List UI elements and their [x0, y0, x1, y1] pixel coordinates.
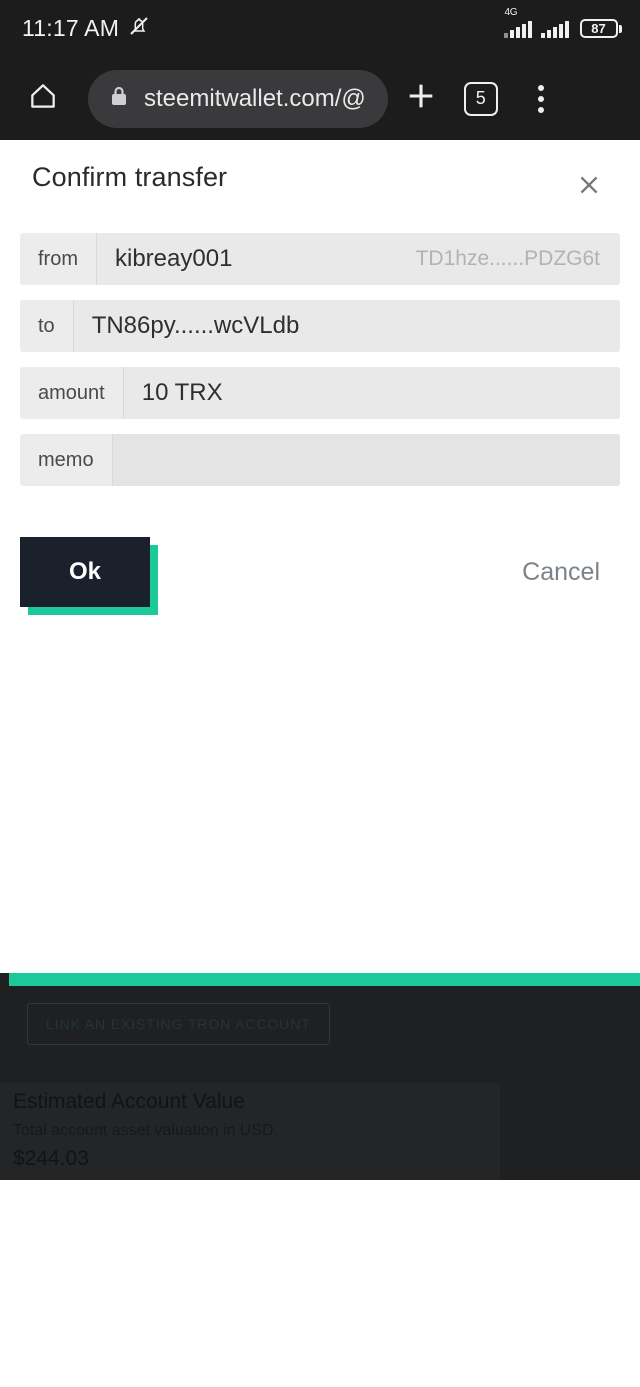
close-icon [576, 172, 602, 203]
field-label-memo: memo [20, 434, 113, 486]
field-value-amount[interactable]: 10 TRX [123, 367, 620, 419]
dialog-header: Confirm transfer [0, 140, 640, 208]
estimated-account-value-amount: $244.03 [13, 1147, 89, 1170]
plus-icon [404, 79, 438, 118]
to-address: TN86py......wcVLdb [91, 312, 300, 339]
url-text: steemitwallet.com/@ [144, 84, 366, 112]
battery-icon: 87 [579, 19, 622, 38]
amount-value: 10 TRX [141, 379, 223, 406]
android-status-bar: 11:17 AM 4G 87 [0, 0, 640, 57]
dialog-actions: Ok Cancel [0, 501, 640, 615]
field-label-from: from [20, 233, 97, 285]
signal-bars-icon-2 [540, 19, 569, 38]
field-label-to: to [20, 300, 74, 352]
home-button[interactable] [16, 72, 70, 126]
estimated-account-value-subtitle: Total account asset valuation in USD. [13, 1122, 279, 1139]
page-title: Confirm transfer [32, 162, 228, 192]
form-row-to: to TN86py......wcVLdb [20, 300, 620, 352]
link-existing-tron-account-button[interactable]: LINK AN EXISTING TRON ACCOUNT [27, 1003, 330, 1045]
status-clock: 11:17 AM [22, 15, 120, 41]
ok-button-wrapper: Ok [20, 537, 158, 615]
field-value-from[interactable]: kibreay001 TD1hze......PDZG6t [97, 233, 620, 285]
accent-divider [9, 973, 640, 986]
lock-icon [108, 84, 130, 113]
browser-menu-button[interactable] [514, 72, 568, 126]
page-content: Confirm transfer from kibreay001 TD1hze.… [0, 140, 640, 1180]
form-row-amount: amount 10 TRX [20, 367, 620, 419]
browser-toolbar: steemitwallet.com/@ 5 [0, 57, 640, 140]
home-icon [27, 80, 59, 117]
from-account-name: kibreay001 [115, 245, 233, 272]
background-app-region: LINK AN EXISTING TRON ACCOUNT Estimated … [0, 973, 640, 1180]
estimated-account-value-title: Estimated Account Value [13, 1090, 245, 1113]
status-bar-left: 11:17 AM [22, 14, 151, 43]
form-row-from: from kibreay001 TD1hze......PDZG6t [20, 233, 620, 285]
ok-button[interactable]: Ok [20, 537, 150, 607]
signal-bars-icon: 4G [503, 7, 532, 38]
battery-level: 87 [591, 21, 606, 36]
form-row-memo: memo [20, 434, 620, 486]
field-value-to[interactable]: TN86py......wcVLdb [73, 300, 620, 352]
tab-count-badge: 5 [463, 81, 498, 116]
url-bar[interactable]: steemitwallet.com/@ [88, 69, 388, 128]
from-address-hint: TD1hze......PDZG6t [415, 247, 600, 270]
cancel-button[interactable]: Cancel [518, 552, 604, 593]
close-button[interactable] [568, 166, 610, 208]
field-label-amount: amount [20, 367, 124, 419]
status-bar-right: 4G 87 [503, 7, 622, 38]
bell-muted-icon [127, 14, 151, 43]
tab-switcher-button[interactable]: 5 [454, 72, 508, 126]
kebab-menu-icon [537, 84, 544, 113]
transfer-form: from kibreay001 TD1hze......PDZG6t to TN… [0, 233, 640, 486]
field-value-memo[interactable] [112, 434, 620, 486]
new-tab-button[interactable] [394, 72, 448, 126]
network-type-label: 4G [504, 7, 518, 18]
